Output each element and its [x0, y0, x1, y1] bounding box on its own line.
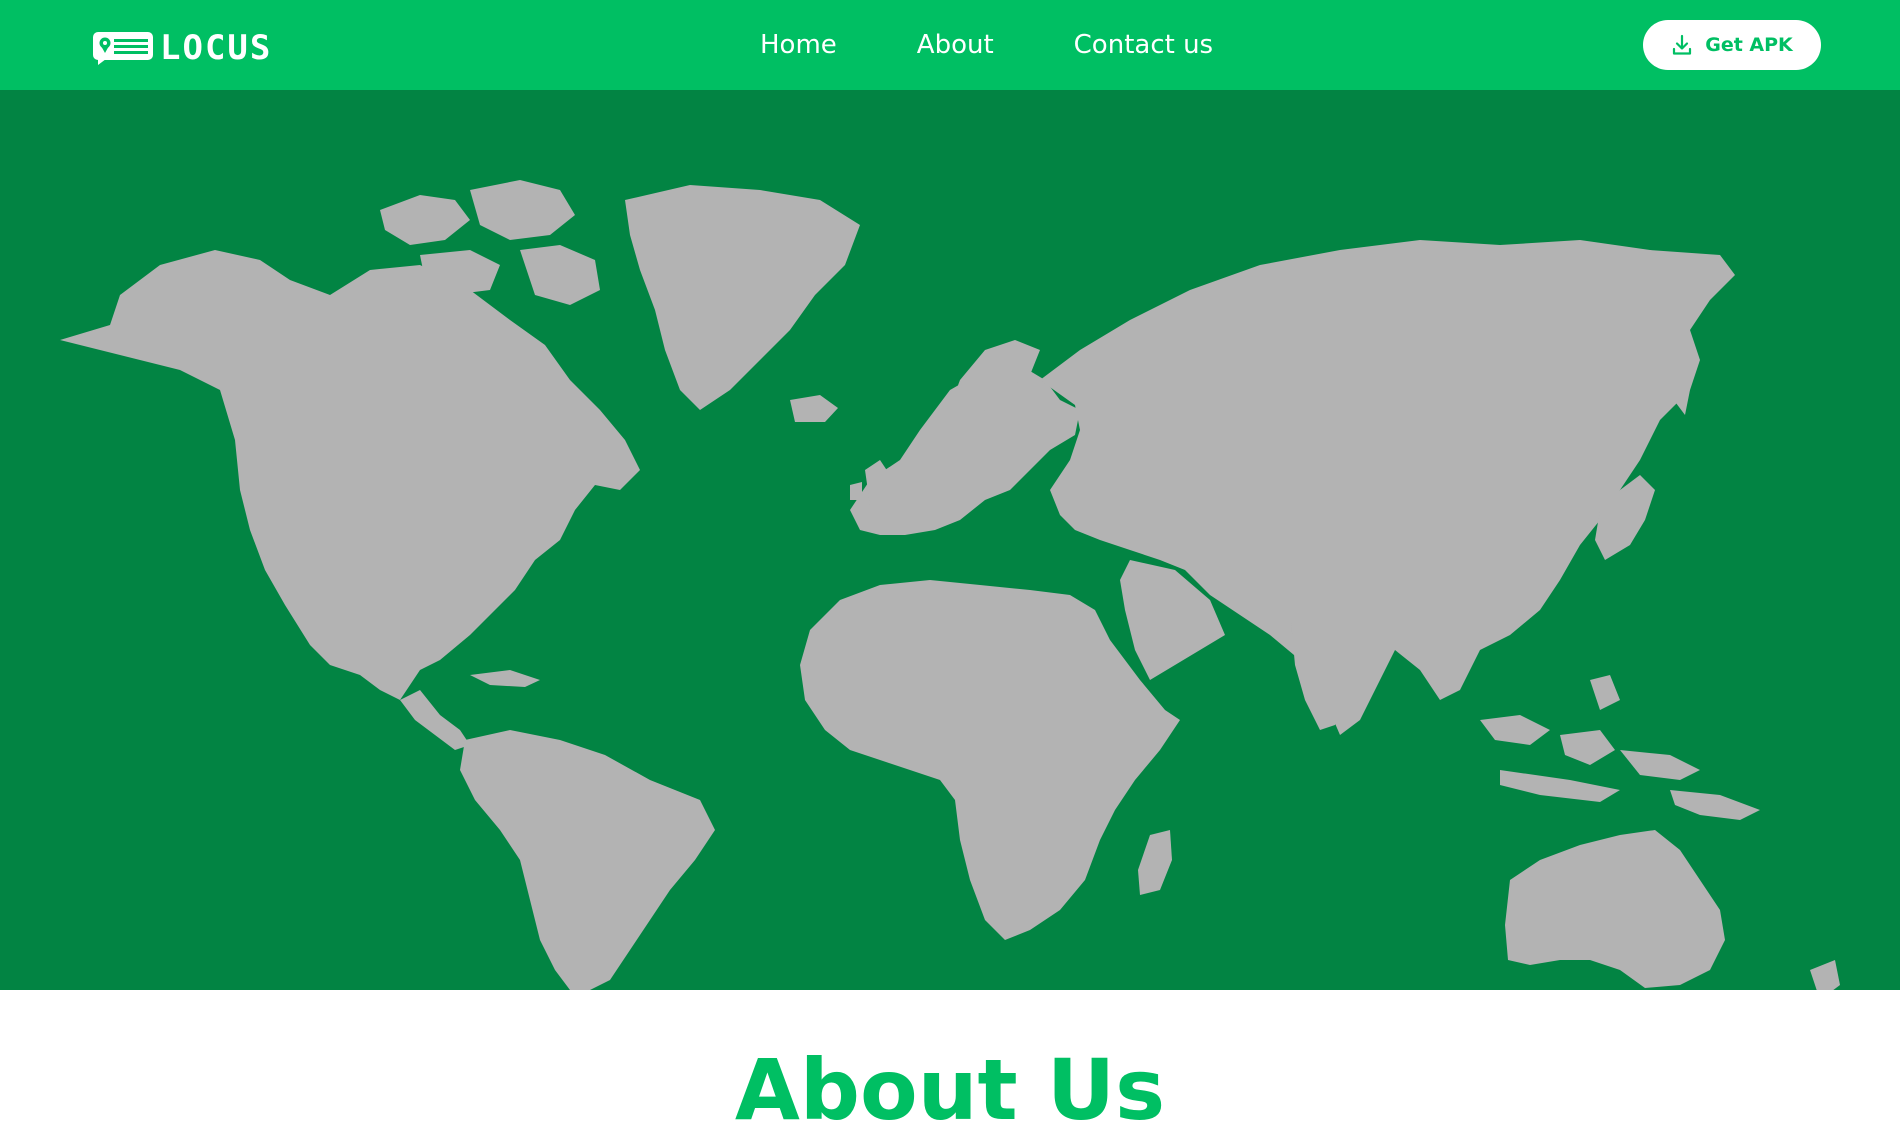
nav-contact-link[interactable]: Contact us: [1034, 0, 1253, 90]
get-apk-label: Get APK: [1705, 34, 1793, 56]
brand-name: LOCUS: [160, 28, 273, 68]
about-us-heading: About Us: [734, 1041, 1166, 1139]
brand-logo[interactable]: LOCUS: [92, 28, 272, 68]
world-map-image: [60, 180, 1840, 990]
main-nav: Home About Contact us: [720, 0, 1253, 90]
nav-about-link[interactable]: About: [877, 0, 1034, 90]
nav-home-link[interactable]: Home: [720, 0, 877, 90]
download-icon: [1673, 34, 1692, 55]
top-navbar: LOCUS Home About Contact us Get APK: [0, 0, 1900, 90]
location-card-icon: [93, 32, 153, 65]
hero-world-map: [0, 90, 1900, 990]
get-apk-button[interactable]: Get APK: [1643, 20, 1821, 70]
